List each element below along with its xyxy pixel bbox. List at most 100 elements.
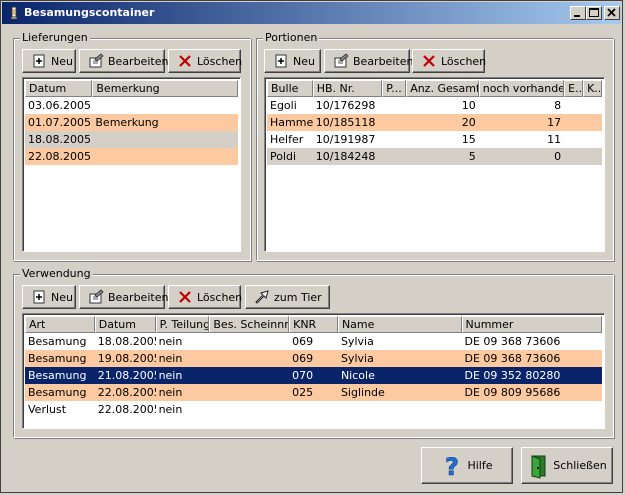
table-cell: Egoli bbox=[270, 99, 297, 112]
table-cell bbox=[564, 148, 583, 165]
table-cell: DE 09 368 73606 bbox=[464, 335, 561, 348]
table-cell: Nicole bbox=[340, 369, 375, 382]
table-cell bbox=[564, 131, 583, 148]
table-row[interactable]: Egoli 10/176298 10 8 bbox=[267, 97, 602, 114]
column-header[interactable]: Nummer bbox=[461, 316, 602, 333]
table-cell: 5 bbox=[468, 150, 476, 163]
app-icon bbox=[8, 6, 20, 20]
column-header[interactable]: Bemerkung bbox=[92, 80, 238, 97]
column-header[interactable]: noch vorhanden bbox=[478, 80, 565, 97]
verwendung-table[interactable]: Art Datum P. Teilung Bes. Scheinnr. KNR … bbox=[22, 313, 605, 429]
table-cell: nein bbox=[158, 335, 183, 348]
lieferungen-loeschen-button[interactable]: Löschen bbox=[168, 49, 242, 73]
column-header[interactable]: Bes. Scheinnr. bbox=[209, 316, 290, 333]
table-cell: 22.08.2005 bbox=[97, 386, 156, 399]
delete-x-icon bbox=[177, 289, 193, 305]
zum-tier-button[interactable]: zum Tier bbox=[245, 285, 330, 309]
column-header[interactable]: HB. Nr. bbox=[312, 80, 383, 97]
table-cell: 025 bbox=[292, 386, 314, 399]
table-cell: 070 bbox=[292, 369, 314, 382]
table-cell bbox=[209, 384, 289, 401]
table-cell: 10/176298 bbox=[315, 99, 376, 112]
table-cell bbox=[382, 97, 406, 114]
table-cell: 069 bbox=[292, 352, 314, 365]
column-header[interactable]: KNR bbox=[289, 316, 338, 333]
table-cell: DE 09 352 80280 bbox=[464, 369, 561, 382]
column-header[interactable]: Anz. Gesamt bbox=[406, 80, 479, 97]
table-cell: Sylvia bbox=[340, 335, 374, 348]
minimize-button[interactable] bbox=[570, 6, 586, 20]
lieferungen-header: Datum Bemerkung bbox=[25, 80, 238, 97]
column-header[interactable]: Datum bbox=[94, 316, 156, 333]
table-cell: Besamung bbox=[28, 386, 87, 399]
portionen-neu-button[interactable]: Neu bbox=[264, 49, 321, 73]
edit-icon bbox=[333, 53, 349, 69]
title-bar[interactable]: Besamungscontainer bbox=[2, 2, 621, 24]
delete-x-icon bbox=[421, 53, 437, 69]
verwendung-rows: Besamung 18.08.2005 nein 069 Sylvia DE 09 368… bbox=[25, 333, 602, 418]
table-row[interactable]: Verlust 22.08.2005 nein bbox=[25, 401, 602, 418]
table-row[interactable]: Helfer 10/191987 15 11 bbox=[267, 131, 602, 148]
column-header[interactable]: P. Teilung bbox=[155, 316, 210, 333]
table-row[interactable]: Besamung 18.08.2005 nein 069 Sylvia DE 09 368… bbox=[25, 333, 602, 350]
table-row[interactable]: Hammer10/185118 20 17 bbox=[267, 114, 602, 131]
table-cell: Poldi bbox=[270, 150, 297, 163]
table-row[interactable]: Besamung 19.08.2005 nein 069 Sylvia DE 09 368… bbox=[25, 350, 602, 367]
table-cell: nein bbox=[158, 352, 183, 365]
lieferungen-bearbeiten-button[interactable]: Bearbeiten bbox=[79, 49, 168, 73]
table-cell bbox=[583, 131, 602, 148]
table-cell bbox=[289, 401, 338, 418]
table-cell: 18.08.2005 bbox=[28, 133, 91, 146]
table-row[interactable]: Besamung 21.08.2005 nein 070 Nicole DE 09 352… bbox=[25, 367, 602, 384]
table-cell: 10 bbox=[461, 99, 476, 112]
table-cell: Hammer bbox=[270, 116, 313, 129]
maximize-button[interactable] bbox=[586, 6, 602, 20]
verwendung-neu-button[interactable]: Neu bbox=[22, 285, 76, 309]
table-cell: nein bbox=[158, 369, 183, 382]
column-header[interactable]: P... bbox=[382, 80, 407, 97]
lieferungen-neu-button[interactable]: Neu bbox=[22, 49, 76, 73]
exit-door-icon bbox=[527, 453, 551, 479]
table-cell: 22.08.2005 bbox=[28, 150, 91, 163]
table-cell: 17 bbox=[547, 116, 562, 129]
table-cell bbox=[564, 114, 583, 131]
column-header[interactable]: Name bbox=[337, 316, 462, 333]
column-header[interactable]: Art bbox=[25, 316, 95, 333]
table-cell: 10/185118 bbox=[315, 116, 376, 129]
column-header[interactable]: Datum bbox=[25, 80, 93, 97]
verwendung-bearbeiten-button[interactable]: Bearbeiten bbox=[79, 285, 168, 309]
table-cell bbox=[583, 97, 602, 114]
table-row[interactable]: 18.08.2005 bbox=[25, 131, 238, 148]
table-cell: 10/184248 bbox=[315, 150, 376, 163]
portionen-bearbeiten-button[interactable]: Bearbeiten bbox=[324, 49, 413, 73]
column-header[interactable]: K.. bbox=[583, 80, 602, 97]
lieferungen-table[interactable]: Datum Bemerkung 03.06.2005 01.07.2005 Beme… bbox=[22, 77, 241, 252]
portionen-loeschen-button[interactable]: Löschen bbox=[412, 49, 486, 73]
column-header[interactable]: Bulle bbox=[267, 80, 313, 97]
table-row[interactable]: 22.08.2005 bbox=[25, 148, 238, 165]
table-cell: Bemerkung bbox=[95, 116, 159, 129]
table-row[interactable]: 01.07.2005 Bemerkung bbox=[25, 114, 238, 131]
new-doc-icon bbox=[273, 53, 289, 69]
table-cell: Verlust bbox=[28, 403, 67, 416]
table-row[interactable]: Besamung 22.08.2005 nein 025 Siglinde DE 09 8… bbox=[25, 384, 602, 401]
table-cell: 8 bbox=[554, 99, 562, 112]
schliessen-button[interactable]: Schließen bbox=[521, 447, 613, 484]
column-header[interactable]: E.. bbox=[564, 80, 584, 97]
table-cell: Besamung bbox=[28, 352, 87, 365]
table-row[interactable]: 03.06.2005 bbox=[25, 97, 238, 114]
portionen-header: Bulle HB. Nr. P... Anz. Gesamt noch vorh… bbox=[267, 80, 602, 97]
table-row[interactable]: Poldi 10/184248 5 0 bbox=[267, 148, 602, 165]
lieferungen-label: Lieferungen bbox=[20, 31, 90, 44]
hilfe-button[interactable]: ? Hilfe bbox=[421, 447, 513, 484]
besamungscontainer-window: Besamungscontainer Lieferungen Neu Bearb… bbox=[0, 0, 623, 493]
table-cell bbox=[382, 131, 406, 148]
close-button[interactable] bbox=[604, 6, 620, 20]
verwendung-loeschen-button[interactable]: Löschen bbox=[168, 285, 242, 309]
table-cell bbox=[92, 97, 238, 114]
portionen-label: Portionen bbox=[263, 31, 320, 44]
portionen-table[interactable]: Bulle HB. Nr. P... Anz. Gesamt noch vorh… bbox=[264, 77, 605, 252]
table-cell: DE 09 368 73606 bbox=[464, 352, 561, 365]
help-question-icon: ? bbox=[441, 452, 465, 481]
window-title: Besamungscontainer bbox=[24, 6, 155, 19]
